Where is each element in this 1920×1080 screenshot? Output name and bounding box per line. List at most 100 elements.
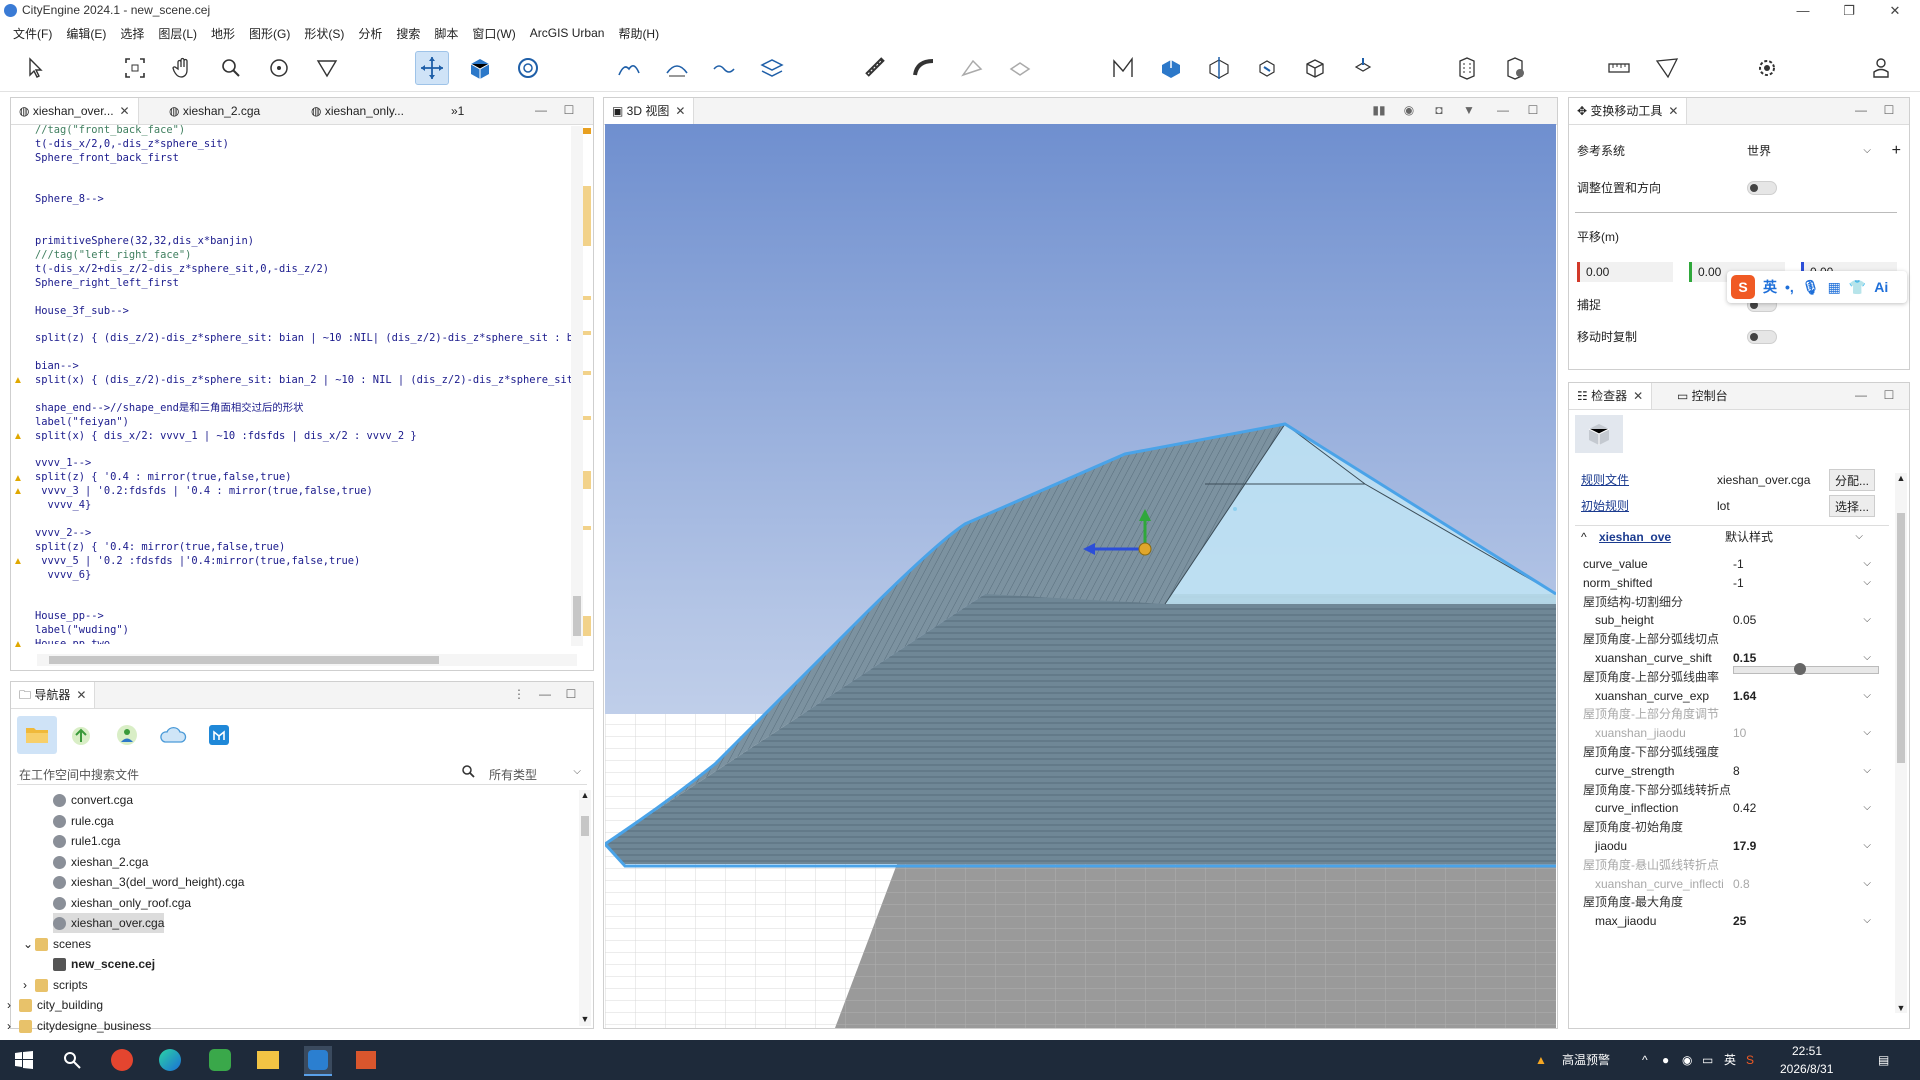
chevron-down-icon[interactable]: ⌵ [1863, 910, 1871, 932]
code-line[interactable]: split(z) { '0.4: mirror(true,false,true) [35, 541, 575, 555]
building-icon[interactable] [1450, 51, 1484, 85]
move-tool-icon[interactable] [415, 51, 449, 85]
tab-transform[interactable]: ✥ 变换移动工具 ✕ [1569, 98, 1688, 124]
area-icon[interactable] [1650, 51, 1684, 85]
building-settings-icon[interactable] [1498, 51, 1532, 85]
attribute-value-field[interactable]: 25 ⌵ [1733, 910, 1873, 932]
attribute-value-field[interactable]: 10 ⌵ [1733, 722, 1873, 744]
tab-xieshan-over[interactable]: ◍ xieshan_over... ✕ [11, 98, 139, 124]
scene-render[interactable] [605, 124, 1556, 1028]
code-line[interactable] [35, 388, 575, 402]
chevron-down-icon[interactable]: ⌵ [1863, 873, 1871, 895]
type-filter-select[interactable]: 所有类型 ⌵ [489, 766, 585, 783]
3d-viewport[interactable] [605, 124, 1556, 1028]
menu-script[interactable]: 脚本 [427, 25, 465, 42]
code-line[interactable]: vvvv_4} [35, 499, 575, 513]
chevron-down-icon[interactable]: ⌵ [1863, 572, 1871, 594]
inspector-vertical-scrollbar[interactable]: ▲ ▼ [1895, 473, 1907, 1013]
menu-help[interactable]: 帮助(H) [611, 25, 666, 42]
code-line[interactable]: vvvv_3 | '0.2:fdsfds | '0.4 : mirror(tru… [35, 485, 575, 499]
attribute-value-field[interactable]: 0.42 ⌵ [1733, 797, 1873, 819]
code-line[interactable] [35, 582, 575, 596]
weather-alert-text[interactable]: 高温预警 [1562, 1040, 1610, 1080]
skin-icon[interactable]: 👕 [1849, 279, 1866, 296]
tree-vertical-scrollbar[interactable]: ▲ ▼ [579, 790, 591, 1026]
polygon-select-icon[interactable] [310, 51, 344, 85]
close-tab-icon[interactable]: ✕ [120, 104, 130, 118]
code-line[interactable]: label("wuding") [35, 624, 575, 638]
terrain-raise-icon[interactable] [612, 51, 646, 85]
tree-item[interactable]: rule1.cga [53, 831, 120, 851]
code-line[interactable]: vvvv_5 | '0.2 :fdsfds |'0.4:mirror(true,… [35, 555, 575, 569]
search-icon[interactable] [58, 1046, 86, 1074]
orbit-icon[interactable] [262, 51, 296, 85]
cut-icon[interactable] [1250, 51, 1284, 85]
measure-icon[interactable] [1602, 51, 1636, 85]
ref-system-select[interactable]: 世界 ⌵ [1743, 141, 1877, 161]
attribute-value-field[interactable]: 0.8 ⌵ [1733, 873, 1873, 895]
start-rule-link[interactable]: 初始规则 [1581, 495, 1629, 517]
chevron-right-icon[interactable]: › [23, 975, 35, 995]
code-line[interactable]: split(z) { (dis_z/2)-dis_z*sphere_sit: b… [35, 332, 575, 346]
menu-arcgis-urban[interactable]: ArcGIS Urban [523, 26, 612, 40]
scale-tool-icon[interactable] [463, 51, 497, 85]
copy-toggle[interactable] [1747, 330, 1777, 344]
open-folder-icon[interactable] [17, 716, 57, 754]
sogou-logo-icon[interactable]: S [1731, 275, 1755, 299]
attribute-slider[interactable] [1733, 662, 1879, 675]
select-tool-icon[interactable] [18, 51, 52, 85]
menu-shape[interactable]: 形状(S) [297, 25, 351, 42]
app-green-icon[interactable] [206, 1046, 234, 1074]
attribute-value-field[interactable]: 0.05 ⌵ [1733, 609, 1873, 631]
code-line[interactable] [35, 180, 575, 194]
code-line[interactable]: vvvv_6} [35, 569, 575, 583]
minimize-button[interactable]: — [1788, 2, 1818, 20]
translate-x-input[interactable]: 0.00 [1577, 262, 1673, 282]
code-line[interactable]: House_3f_sub--> [35, 305, 575, 319]
warning-icon[interactable]: ▲ [13, 431, 23, 442]
tree-item[interactable]: new_scene.cej [53, 954, 155, 974]
tree-item[interactable]: xieshan_3(del_word_height).cga [53, 872, 244, 892]
attribute-value-field[interactable]: 8 ⌵ [1733, 760, 1873, 782]
code-line[interactable]: shape_end-->//shape_end是和三角面相交过后的形状 [35, 402, 575, 416]
maximize-panel-icon[interactable]: ☐ [561, 102, 577, 118]
tree-item[interactable]: xieshan_over.cga [53, 913, 165, 933]
keyboard-icon[interactable]: ▦ [1828, 279, 1841, 296]
draw-shape-icon[interactable] [955, 51, 989, 85]
ai-button[interactable]: Ai [1874, 279, 1888, 295]
warning-icon[interactable]: ▲ [13, 486, 23, 497]
ime-toolbar[interactable]: S 英 •, 🎙 ▦ 👕 Ai [1727, 271, 1907, 303]
windows-start-icon[interactable] [10, 1046, 38, 1074]
minimize-panel-icon[interactable]: — [537, 686, 553, 702]
select-rule-button[interactable]: 选择... [1829, 495, 1875, 517]
edge-browser-icon[interactable] [156, 1046, 184, 1074]
code-text[interactable]: //tag("front_back_face") t(-dis_x/2,0,-di… [35, 124, 575, 644]
upload-icon[interactable] [61, 716, 101, 754]
code-line[interactable]: House_pp_two [35, 638, 575, 644]
close-tab-icon[interactable]: ✕ [675, 104, 685, 118]
offset-icon[interactable] [1202, 51, 1236, 85]
urban-icon[interactable] [199, 716, 239, 754]
chevron-down-icon[interactable]: ⌵ [1863, 797, 1871, 819]
frame-icon[interactable] [118, 51, 152, 85]
tab-3d-view[interactable]: ▣ 3D 视图 ✕ [604, 98, 695, 124]
attribute-value-field[interactable]: -1 ⌵ [1733, 572, 1873, 594]
code-line[interactable]: vvvv_2--> [35, 527, 575, 541]
attribute-value-field[interactable]: 1.64 ⌵ [1733, 685, 1873, 707]
chevron-right-icon[interactable]: › [7, 995, 19, 1015]
cloud-icon[interactable] [153, 716, 193, 754]
bookmark-icon[interactable]: ▼ [1461, 102, 1477, 118]
rotate-tool-icon[interactable] [511, 51, 545, 85]
warning-icon[interactable]: ▲ [13, 375, 23, 386]
tree-item[interactable]: rule.cga [53, 811, 114, 831]
layers-icon[interactable]: ▮▮ [1371, 102, 1387, 118]
maximize-panel-icon[interactable]: ☐ [1881, 387, 1897, 403]
tree-item[interactable]: xieshan_2.cga [53, 852, 148, 872]
code-line[interactable] [35, 513, 575, 527]
chevron-down-icon[interactable]: ⌵ [1863, 760, 1871, 782]
scroll-thumb[interactable] [573, 596, 581, 636]
tab-xieshan-2[interactable]: ◍ xieshan_2.cga [161, 98, 268, 124]
curve-street-icon[interactable] [907, 51, 941, 85]
tray-chevron-icon[interactable]: ^ [1642, 1040, 1648, 1080]
chevron-down-icon[interactable]: ⌵ [1863, 722, 1871, 744]
